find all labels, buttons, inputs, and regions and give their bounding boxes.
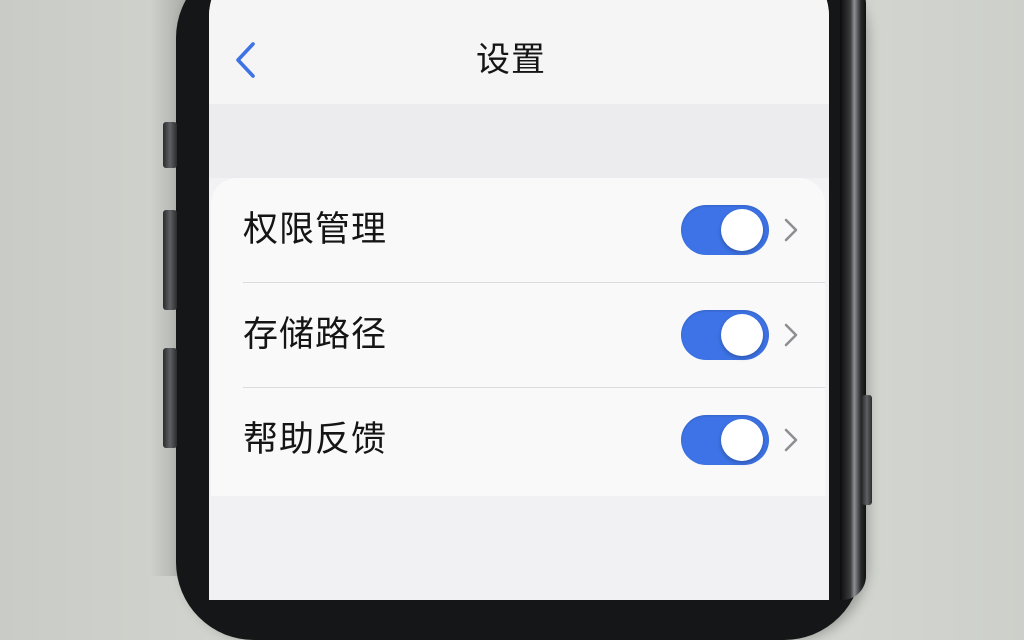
- volume-down-button: [163, 348, 177, 448]
- help-feedback-toggle[interactable]: [681, 415, 769, 465]
- chevron-right-icon: [784, 428, 798, 452]
- power-button: [862, 395, 872, 505]
- row-label: 存储路径: [243, 315, 388, 355]
- volume-up-button: [163, 210, 177, 310]
- left-side-button: [163, 122, 177, 168]
- toggle-knob: [721, 419, 763, 461]
- settings-list: 权限管理 存储路径 帮助反馈: [211, 178, 825, 496]
- row-label: 帮助反馈: [243, 420, 388, 460]
- settings-row-permissions[interactable]: 权限管理: [211, 178, 825, 282]
- storage-path-toggle[interactable]: [681, 310, 769, 360]
- settings-row-storage-path[interactable]: 存储路径: [211, 283, 825, 387]
- toggle-knob: [721, 314, 763, 356]
- bottom-empty-area: [209, 496, 829, 600]
- row-label: 权限管理: [243, 210, 388, 250]
- chevron-right-icon: [784, 323, 798, 347]
- section-spacer: [209, 104, 829, 178]
- page-title: 设置: [476, 40, 546, 80]
- phone-screen: 设置 权限管理 存储路径 帮助反馈: [209, 0, 829, 600]
- toggle-knob: [721, 209, 763, 251]
- settings-row-help-feedback[interactable]: 帮助反馈: [211, 388, 825, 492]
- chevron-right-icon: [784, 218, 798, 242]
- navigation-bar: 设置: [209, 0, 829, 104]
- phone-side-rim: [840, 0, 866, 600]
- permissions-toggle[interactable]: [681, 205, 769, 255]
